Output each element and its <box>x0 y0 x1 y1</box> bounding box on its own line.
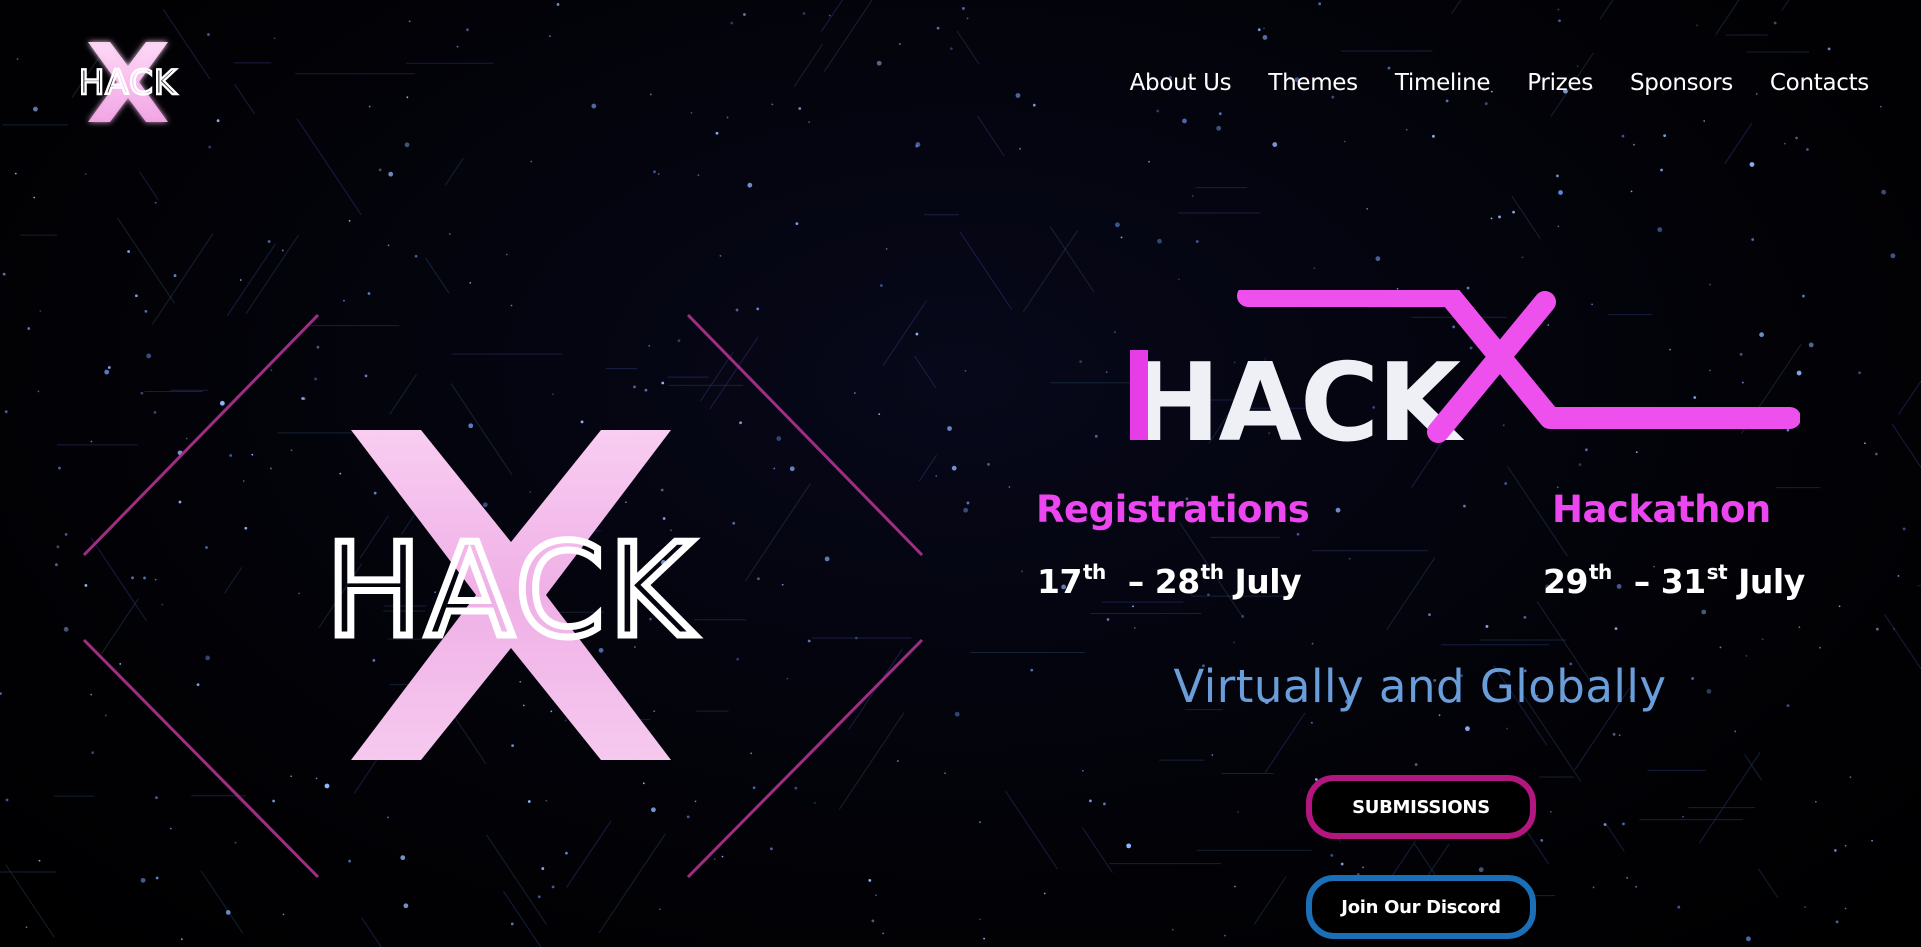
hackx-logo[interactable]: HACK <box>58 36 198 128</box>
landing-page: HACK About Us Themes Timeline Prizes Spo… <box>0 0 1921 947</box>
reg-start-day: 17 <box>1037 562 1082 601</box>
nav-about-us[interactable]: About Us <box>1130 70 1232 96</box>
hack-month: July <box>1738 562 1805 601</box>
nav-timeline[interactable]: Timeline <box>1395 70 1491 96</box>
hack-start-suffix: th <box>1588 560 1612 584</box>
hackx-big-logo: HACK <box>322 430 697 760</box>
date-dash: – <box>1622 562 1661 601</box>
nav-themes[interactable]: Themes <box>1268 70 1358 96</box>
tagline: Virtually and Globally <box>1173 660 1667 713</box>
hack-end-day: 31 <box>1660 562 1706 601</box>
nav-sponsors[interactable]: Sponsors <box>1630 70 1733 96</box>
submissions-button[interactable]: SUBMISSIONS <box>1306 775 1536 839</box>
hack-start-day: 29 <box>1543 562 1588 601</box>
nav-prizes[interactable]: Prizes <box>1527 70 1593 96</box>
big-logo-text: HACK <box>326 517 697 666</box>
nav-contacts[interactable]: Contacts <box>1770 70 1869 96</box>
reg-month: July <box>1234 562 1302 601</box>
main-nav: About Us Themes Timeline Prizes Sponsors… <box>1093 70 1870 96</box>
hackx-title-graphic: HACK <box>1130 290 1800 450</box>
date-dash: – <box>1116 562 1155 601</box>
join-discord-button[interactable]: Join Our Discord <box>1306 875 1536 939</box>
logo-text: HACK <box>79 63 178 103</box>
hackathon-label: Hackathon <box>1552 488 1771 531</box>
reg-end-day: 28 <box>1154 562 1200 601</box>
reg-end-suffix: th <box>1200 560 1224 584</box>
hack-end-suffix: st <box>1706 560 1728 584</box>
registrations-dates: 17th – 28th July <box>1037 560 1302 601</box>
registrations-label: Registrations <box>1036 488 1310 531</box>
title-text: HACK <box>1130 341 1464 450</box>
hackathon-dates: 29th – 31st July <box>1543 560 1805 601</box>
reg-start-suffix: th <box>1082 560 1106 584</box>
